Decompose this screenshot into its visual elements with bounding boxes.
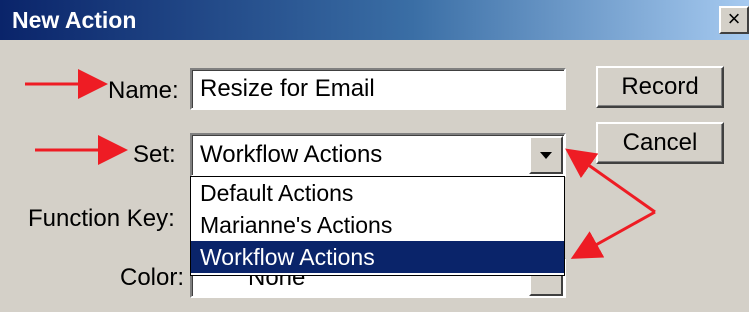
name-input[interactable]: Resize for Email bbox=[190, 68, 566, 110]
close-button[interactable]: × bbox=[719, 6, 749, 34]
close-icon: × bbox=[727, 6, 741, 31]
dropdown-arrow-icon bbox=[540, 152, 552, 159]
set-select[interactable]: Workflow Actions bbox=[190, 133, 566, 177]
set-dropdown-button[interactable] bbox=[529, 136, 563, 174]
name-input-value: Resize for Email bbox=[200, 75, 375, 102]
function-key-label: Function Key: bbox=[28, 205, 175, 232]
dialog-title: New Action bbox=[12, 7, 137, 33]
record-button[interactable]: Record bbox=[596, 66, 724, 108]
name-label: Name: bbox=[108, 77, 179, 104]
cancel-button[interactable]: Cancel bbox=[596, 122, 724, 164]
set-dropdown-list[interactable]: Default Actions Marianne's Actions Workf… bbox=[190, 176, 565, 276]
set-label: Set: bbox=[133, 141, 176, 168]
set-option[interactable]: Default Actions bbox=[191, 177, 564, 209]
set-select-value: Workflow Actions bbox=[200, 141, 383, 168]
new-action-dialog: New Action × Name: Resize for Email Set:… bbox=[0, 0, 749, 312]
annotation-arrow-icon bbox=[570, 210, 656, 259]
color-label: Color: bbox=[120, 264, 185, 291]
set-option[interactable]: Marianne's Actions bbox=[191, 209, 564, 241]
title-bar: New Action × bbox=[0, 0, 749, 40]
set-option-selected[interactable]: Workflow Actions bbox=[191, 241, 564, 273]
